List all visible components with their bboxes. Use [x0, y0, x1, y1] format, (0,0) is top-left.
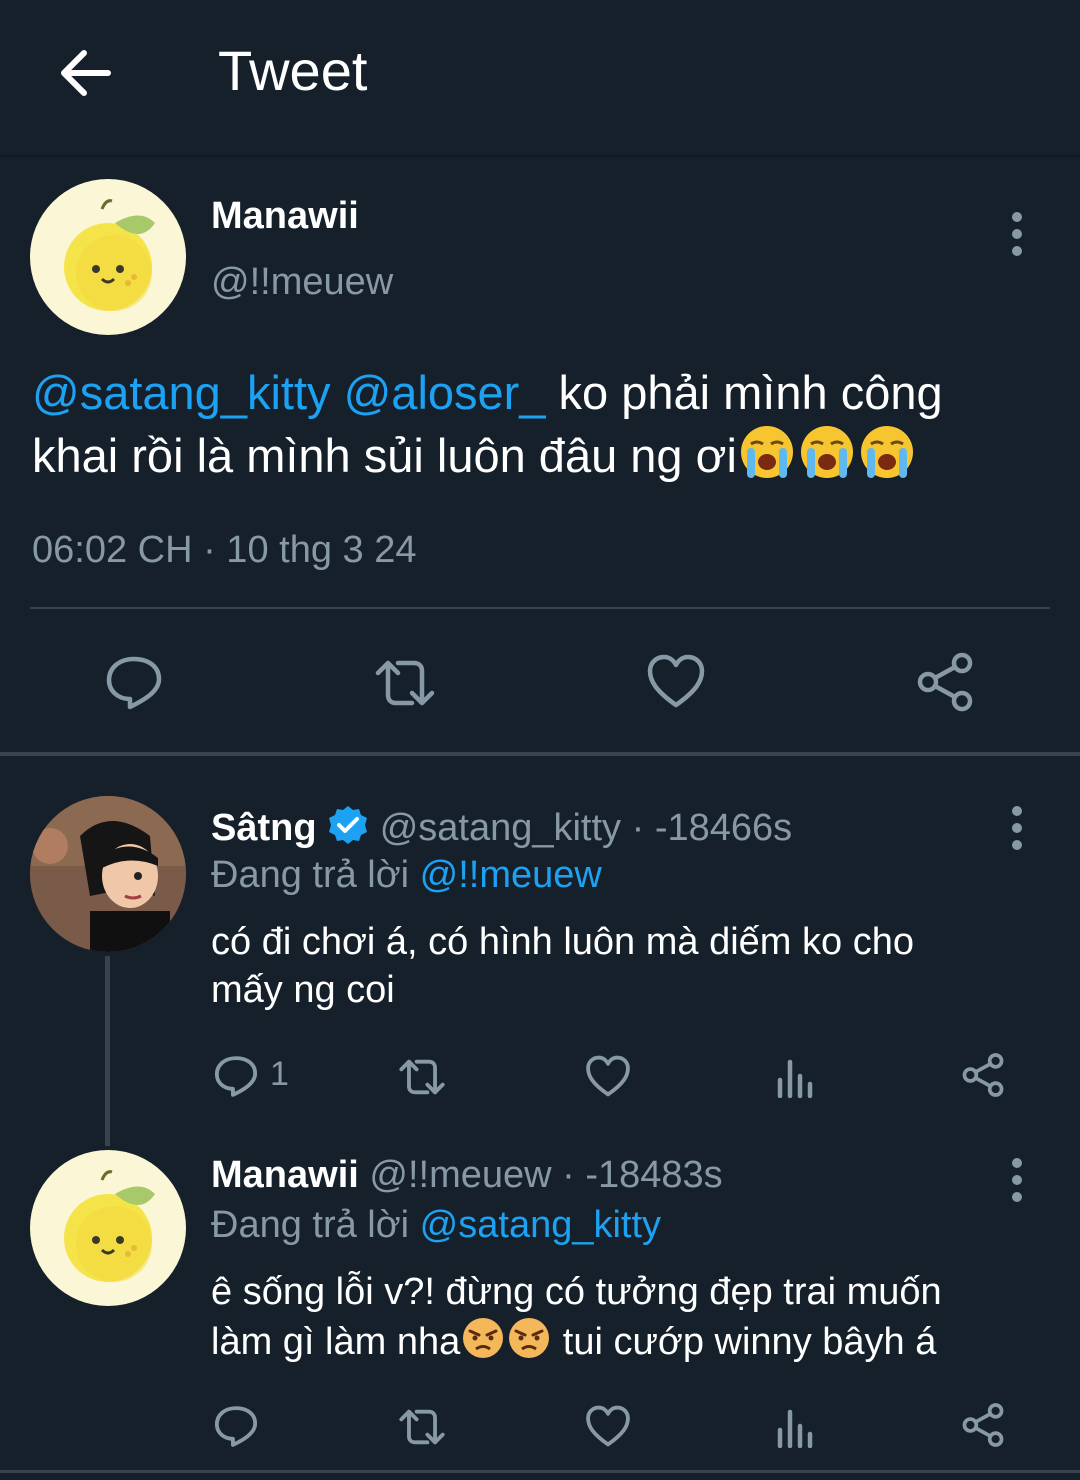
- reply-header: Sâtng @satang_kitty · -18466s: [211, 804, 792, 856]
- share-button[interactable]: [960, 1052, 1006, 1098]
- tweet-text-line2: khai rồi là mình sủi luôn đâu ng ơi: [32, 429, 737, 482]
- reply-text: ê sống lỗi v?! đừng có tưởng đẹp trai mu…: [211, 1268, 942, 1372]
- tweet-timestamp[interactable]: 06:02 CH · 10 thg 3 24: [32, 529, 416, 572]
- more-options-button[interactable]: [1010, 1158, 1024, 1209]
- reply-icon: [106, 656, 162, 710]
- like-button[interactable]: [585, 1404, 631, 1448]
- reply-button[interactable]: [213, 1052, 259, 1098]
- share-icon: [917, 652, 973, 712]
- tweet-text-line1: ko phải mình công: [558, 366, 943, 419]
- author-handle[interactable]: @satang_kitty: [380, 807, 621, 849]
- author-name[interactable]: Manawii: [211, 1154, 359, 1196]
- timestamp-divider: [30, 607, 1050, 609]
- author-handle[interactable]: @!!meuew: [369, 1154, 551, 1196]
- arrow-left-icon: [61, 50, 111, 96]
- heart-icon: [586, 1055, 630, 1097]
- share-button[interactable]: [914, 651, 976, 713]
- crying-emoji: [737, 424, 797, 495]
- share-button[interactable]: [960, 1402, 1006, 1448]
- heart-icon: [586, 1405, 630, 1447]
- retweet-icon: [375, 660, 435, 706]
- lemon-avatar-icon: [64, 199, 155, 311]
- bottom-divider: [0, 1470, 1080, 1473]
- thread-line: [105, 956, 110, 1146]
- mention-link[interactable]: @satang_kitty: [32, 366, 331, 419]
- author-name[interactable]: Sâtng: [211, 807, 317, 849]
- replying-to: Đang trả lời @satang_kitty: [211, 1204, 662, 1246]
- like-button[interactable]: [646, 653, 706, 709]
- retweet-icon: [399, 1409, 445, 1445]
- retweet-button[interactable]: [396, 1054, 448, 1100]
- mention-link[interactable]: @aloser_: [344, 366, 546, 419]
- share-icon: [962, 1403, 1004, 1447]
- share-icon: [962, 1053, 1004, 1097]
- reply-time: · -18466s: [631, 807, 793, 849]
- retweet-button[interactable]: [396, 1404, 448, 1450]
- crying-emoji: [857, 424, 917, 495]
- reply-count: 1: [270, 1055, 289, 1093]
- reply-text: có đi chơi á, có hình luôn mà diếm ko ch…: [211, 921, 914, 1011]
- mention-link[interactable]: @!!meuew: [420, 854, 602, 896]
- reply-icon: [214, 1406, 258, 1447]
- reply-tweet[interactable]: Sâtng @satang_kitty · -18466s Đang trả l…: [0, 756, 1080, 1146]
- back-button[interactable]: [56, 44, 114, 102]
- analytics-button[interactable]: [776, 1054, 816, 1098]
- cartoon-girl-avatar-icon: [30, 796, 186, 952]
- analytics-icon: [777, 1059, 813, 1098]
- analytics-icon: [777, 1409, 813, 1448]
- verified-badge-icon: [327, 804, 369, 856]
- reply-header: Manawii @!!meuew · -18483s: [211, 1154, 723, 1197]
- avatar[interactable]: [30, 796, 186, 952]
- lemon-avatar-icon: [64, 1170, 155, 1282]
- more-options-button[interactable]: [1010, 212, 1024, 263]
- tweet-text: @satang_kitty @aloser_ ko phải mình công…: [32, 362, 1072, 495]
- avatar[interactable]: [30, 179, 186, 335]
- like-button[interactable]: [585, 1054, 631, 1098]
- header-bar: Tweet: [0, 0, 1080, 155]
- retweet-icon: [399, 1059, 445, 1095]
- reply-button[interactable]: [104, 651, 164, 711]
- author-handle[interactable]: @!!meuew: [211, 261, 393, 304]
- crying-emoji: [797, 424, 857, 495]
- reply-time: · -18483s: [562, 1154, 723, 1196]
- main-tweet[interactable]: Manawii @!!meuew @satang_kitty @aloser_ …: [0, 157, 1080, 752]
- retweet-button[interactable]: [372, 653, 438, 713]
- replying-to: Đang trả lời @!!meuew: [211, 854, 602, 896]
- avatar[interactable]: [30, 1150, 186, 1306]
- pouting-emoji: [460, 1316, 506, 1372]
- reply-icon: [214, 1056, 258, 1097]
- analytics-button[interactable]: [776, 1404, 816, 1448]
- pouting-emoji: [506, 1316, 552, 1372]
- page-title: Tweet: [218, 39, 368, 102]
- mention-link[interactable]: @satang_kitty: [420, 1204, 661, 1246]
- author-name[interactable]: Manawii: [211, 195, 359, 238]
- reply-tweet[interactable]: Manawii @!!meuew · -18483s Đang trả lời …: [0, 1146, 1080, 1470]
- more-options-button[interactable]: [1010, 806, 1024, 857]
- reply-button[interactable]: [213, 1402, 259, 1448]
- heart-icon: [647, 654, 705, 708]
